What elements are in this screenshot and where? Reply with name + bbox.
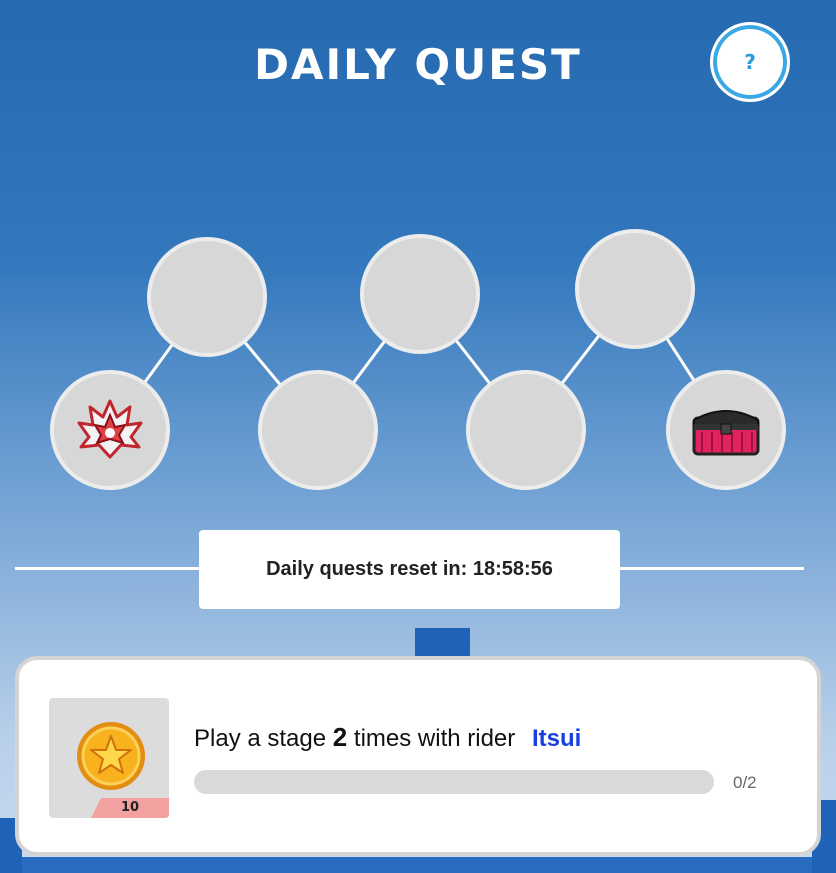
quest-progress-bar (194, 770, 714, 794)
quest-card[interactable]: 10 Play a stage 2 times with rider Itsui… (15, 656, 821, 856)
reset-timer-panel: Daily quests reset in: 18:58:56 (199, 530, 620, 609)
divider-left (15, 567, 200, 570)
quest-node-4[interactable] (360, 234, 480, 354)
quest-node-5[interactable] (466, 370, 586, 490)
quest-progress-label: 0/2 (733, 773, 757, 792)
quest-node-2[interactable] (147, 237, 267, 357)
quest-count: 2 (332, 722, 348, 752)
quest-text-middle: times with rider (353, 725, 516, 752)
quest-rider-name: Itsui (531, 725, 582, 752)
treasure-chest-icon (692, 410, 760, 456)
reset-timer-label: Daily quests reset in: 18:58:56 (266, 558, 553, 580)
quest-node-3[interactable] (258, 370, 378, 490)
quest-node-7[interactable] (666, 370, 786, 490)
quest-node-1[interactable] (50, 370, 170, 490)
quest-node-6[interactable] (575, 229, 695, 349)
divider-right (619, 567, 804, 570)
quest-text-prefix: Play a stage (194, 725, 327, 752)
city-building (415, 628, 470, 658)
reward-tile: 10 (49, 698, 169, 818)
quest-description: Play a stage 2 times with rider Itsui (194, 722, 581, 753)
city-skyline (22, 857, 812, 873)
flame-crest-icon (77, 399, 143, 459)
reward-amount: 10 (91, 798, 169, 818)
